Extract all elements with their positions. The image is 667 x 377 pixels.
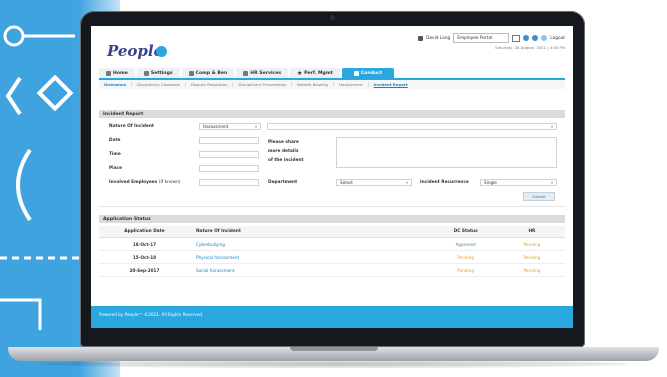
help-icon[interactable] (523, 35, 530, 41)
col-application-date: Application Date (99, 226, 190, 238)
datetime: Saturday, 28 August, 2021 | 4:30 PM (495, 45, 565, 50)
date-input[interactable] (199, 137, 259, 144)
sub-tabs: Grievance Disciplinary Casebook Dispute … (99, 80, 565, 89)
recurrence-label: Incident Recurrence (420, 180, 469, 185)
webcam (330, 15, 335, 20)
window-icon[interactable] (512, 34, 521, 42)
recurrence-select[interactable]: Single (480, 179, 557, 186)
footer: Powered by People™ ©2021. All Rights Res… (91, 306, 573, 328)
nav-settings[interactable]: Settings (136, 68, 180, 78)
time-input[interactable] (199, 151, 259, 158)
details-label-1: Please share (268, 140, 299, 145)
involved-employees-input[interactable] (199, 179, 259, 186)
hr-services-icon (243, 70, 249, 76)
subtab-dispute-resolution[interactable]: Dispute Resolution (186, 82, 234, 87)
subtab-harassment[interactable]: Harassment (334, 82, 369, 87)
status-badge: Approved (432, 237, 499, 251)
conduct-icon (353, 70, 359, 76)
details-textarea[interactable] (336, 137, 557, 168)
subtab-whistle-blowing[interactable]: Whistle Blowing (292, 82, 335, 87)
chevron-down-icon: ▾ (255, 124, 258, 129)
nav-perf-mgmt[interactable]: Perf. Mgmt (290, 68, 340, 78)
subtab-incident-report[interactable]: Incident Report (369, 82, 413, 87)
nature-label: Nature Of Incident (109, 124, 154, 129)
chevron-down-icon: ▾ (551, 180, 554, 185)
subtab-disciplinary-proceedings[interactable]: Disciplinary Proceedings (233, 82, 293, 87)
place-input[interactable] (199, 165, 259, 172)
incident-report-header: Incident Report (99, 110, 565, 118)
status-badge: Pending (432, 250, 499, 264)
col-nature: Nature Of Incident (189, 226, 433, 238)
table-row: 18-Oct-17 Cyberbullying Approved Pending (99, 237, 565, 251)
details-label-2: more details (268, 149, 299, 154)
settings-icon (143, 70, 149, 76)
home-icon (106, 70, 111, 76)
nature-detail-input[interactable] (267, 123, 557, 130)
table-row: 20-Sep-2017 Social harassment Pending Pe… (99, 263, 565, 277)
application-status-header: Application Status (99, 215, 565, 223)
col-dc-status: DC Status (432, 226, 499, 238)
nav-hr-services[interactable]: HR Services (236, 68, 289, 78)
chevron-down-icon: ▾ (551, 124, 554, 129)
nav-conduct[interactable]: Conduct (341, 68, 395, 78)
status-badge: Pending (498, 263, 565, 277)
power-icon[interactable] (541, 35, 548, 41)
date-label: Date (109, 138, 121, 143)
chevron-down-icon: ▾ (406, 180, 409, 185)
user-icon (418, 35, 424, 41)
star-icon (297, 70, 303, 76)
logo: People (107, 42, 164, 60)
comp-icon (188, 70, 194, 76)
department-label: Department (268, 180, 298, 185)
user-name[interactable]: David Long (426, 36, 450, 41)
department-select[interactable]: Select (336, 179, 412, 186)
nature-link[interactable]: Social harassment (189, 263, 433, 277)
time-label: Time (109, 152, 121, 157)
nav-comp-ben[interactable]: Comp & Ben (181, 68, 235, 78)
status-badge: Pending (498, 250, 565, 264)
main-nav: Home Settings Comp & Ben HR Services Per… (99, 66, 565, 80)
details-label-3: of the incident (268, 158, 304, 163)
subtab-disciplinary-casebook[interactable]: Disciplinary Casebook (132, 82, 186, 87)
subtab-grievance[interactable]: Grievance (99, 82, 132, 87)
involved-label: Involved Employees (If known) (109, 180, 181, 185)
settings-circle-icon[interactable] (532, 35, 539, 41)
user-area: David Long Employee Portal Logout (418, 33, 565, 43)
logout-link[interactable]: Logout (550, 36, 565, 41)
application-status-table: Application Date Nature Of Incident DC S… (99, 226, 565, 277)
app-screen: People David Long Employee Portal Logout… (91, 26, 573, 328)
nature-select[interactable]: Harassment (199, 123, 261, 130)
footer-text: Powered by People™ ©2021. All Rights Res… (99, 312, 203, 317)
submit-button[interactable]: Submit (523, 192, 555, 201)
status-badge: Pending (432, 263, 499, 277)
nature-link[interactable]: Physical harassment (189, 250, 433, 264)
nature-link[interactable]: Cyberbullying (189, 237, 433, 251)
table-row: 15-Oct-18 Physical harassment Pending Pe… (99, 250, 565, 264)
logo-mark-icon (156, 46, 167, 57)
col-hr: HR (498, 226, 565, 238)
role-select[interactable]: Employee Portal (453, 33, 510, 43)
table-header-row: Application Date Nature Of Incident DC S… (99, 226, 565, 238)
status-badge: Pending (498, 237, 565, 251)
place-label: Place (109, 166, 122, 171)
nav-home[interactable]: Home (99, 68, 135, 78)
